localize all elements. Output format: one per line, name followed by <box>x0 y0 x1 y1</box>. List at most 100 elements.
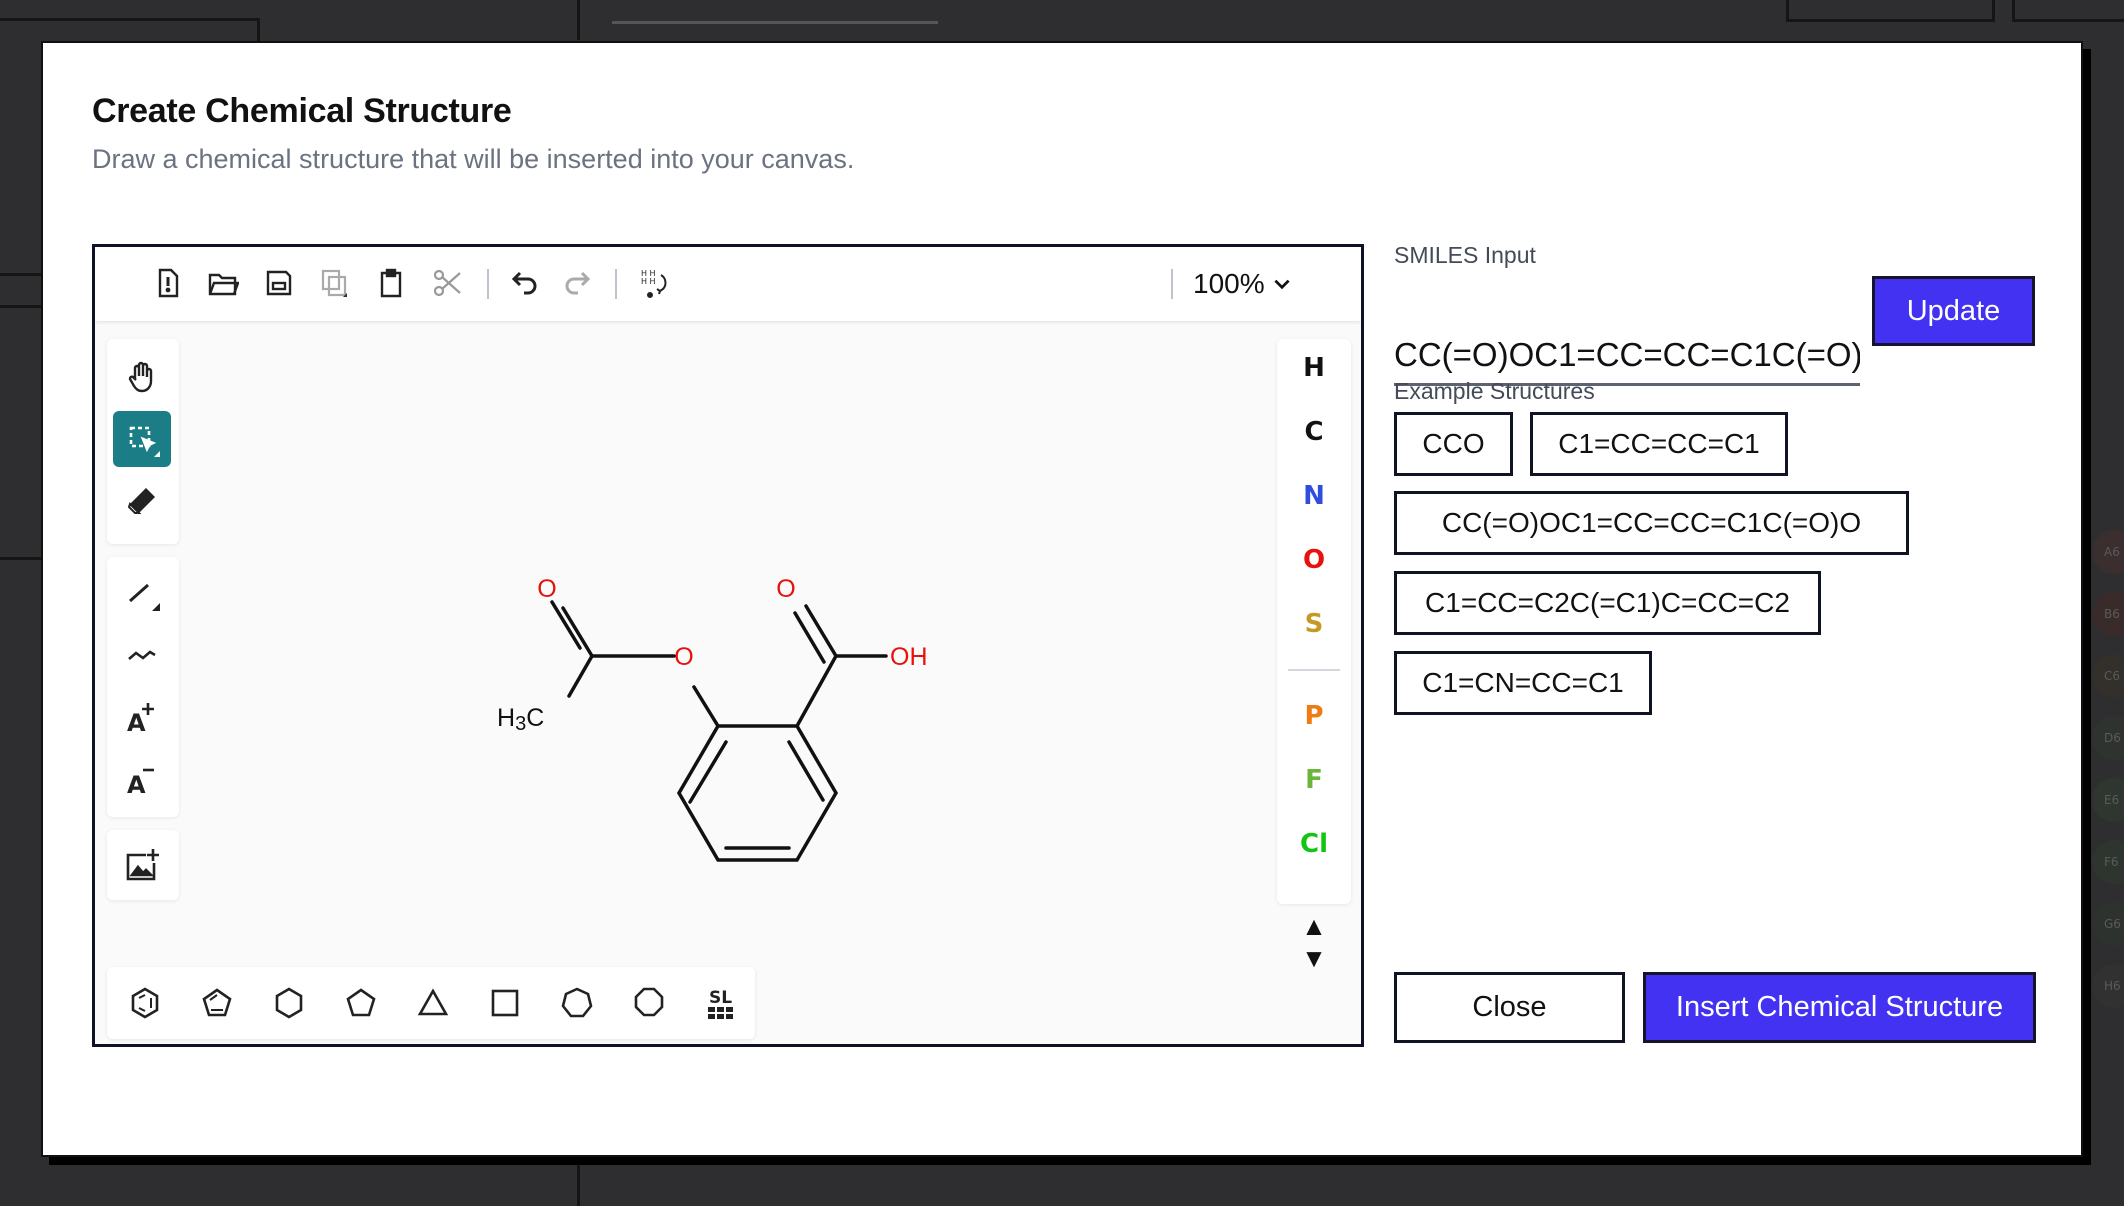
bond <box>692 685 720 728</box>
cyclopentadiene-icon[interactable] <box>193 979 241 1027</box>
atom-label-oxygen: O <box>537 575 556 603</box>
scroll-down-icon[interactable]: ▼ <box>1301 943 1327 973</box>
background-well: D6 <box>2092 716 2124 760</box>
toolbar-separator <box>615 269 617 299</box>
redo-icon[interactable] <box>561 265 597 301</box>
atom-palette-scroll: ▲ ▼ <box>1277 907 1351 977</box>
structure-library-label: SL <box>709 988 732 1008</box>
svg-text:H H: H H <box>641 277 656 286</box>
smiles-input-label: SMILES Input <box>1394 242 1536 268</box>
selection-icon[interactable] <box>113 411 171 467</box>
example-naphthalene-button[interactable]: C1=CC=C2C(=C1)C=CC=C2 <box>1394 571 1821 635</box>
background-divider <box>577 1160 580 1206</box>
hand-icon[interactable] <box>113 349 171 405</box>
close-button[interactable]: Close <box>1394 972 1625 1043</box>
methyl-hydrogen: H <box>497 704 515 732</box>
cyclooctane-icon[interactable] <box>625 979 673 1027</box>
background-button <box>1786 0 1995 22</box>
bond <box>561 606 594 658</box>
background-well: A6 <box>2092 530 2124 574</box>
atom-button-c[interactable]: C <box>1277 407 1351 457</box>
structure-editor: H HH H 100% O O O OH H3C A A H C N O S P… <box>92 244 1364 1047</box>
editor-top-toolbar: H HH H 100% <box>95 247 1361 321</box>
insert-chemical-structure-button[interactable]: Insert Chemical Structure <box>1643 972 2036 1043</box>
benzene-icon[interactable] <box>121 979 169 1027</box>
background-well: H6 <box>2092 964 2124 1008</box>
atom-button-cl[interactable]: Cl <box>1277 819 1351 869</box>
zoom-dropdown[interactable]: 100% <box>1193 265 1293 303</box>
bond <box>795 654 838 728</box>
editor-left-toolbar-navigation <box>107 339 179 544</box>
add-image-icon[interactable] <box>113 837 171 893</box>
copy-icon[interactable] <box>317 265 353 301</box>
zoom-level: 100% <box>1193 268 1265 299</box>
background-underline <box>612 21 938 24</box>
background-well: C6 <box>2092 654 2124 698</box>
explicit-hydrogens-icon[interactable]: H HH H <box>637 265 673 301</box>
example-structures-label: Example Structures <box>1394 378 1595 404</box>
methyl-subscript: 3 <box>515 713 526 735</box>
update-button[interactable]: Update <box>1872 276 2035 346</box>
background-divider <box>577 0 580 40</box>
atom-button-n[interactable]: N <box>1277 471 1351 521</box>
create-chemical-structure-dialog: Create Chemical Structure Draw a chemica… <box>41 41 2083 1157</box>
cycloheptane-icon[interactable] <box>553 979 601 1027</box>
cyclopentane-icon[interactable] <box>337 979 385 1027</box>
bond-icon[interactable] <box>113 565 171 621</box>
atom-button-f[interactable]: F <box>1277 755 1351 805</box>
dialog-subtitle: Draw a chemical structure that will be i… <box>92 144 855 174</box>
charge-minus-icon[interactable]: A <box>113 751 171 807</box>
svg-text:A: A <box>127 709 146 735</box>
dialog-title: Create Chemical Structure <box>92 92 512 130</box>
svg-text:A: A <box>127 771 146 797</box>
example-pyridine-button[interactable]: C1=CN=CC=C1 <box>1394 651 1652 715</box>
save-icon[interactable] <box>261 265 297 301</box>
double-bond <box>550 600 582 650</box>
toolbar-separator <box>487 269 489 299</box>
open-folder-icon[interactable] <box>205 265 241 301</box>
atom-button-s[interactable]: S <box>1277 599 1351 649</box>
editor-left-toolbar-image <box>107 830 179 900</box>
bond <box>804 604 838 658</box>
ring-templates-toolbar: SL <box>107 967 755 1039</box>
paste-icon[interactable] <box>373 265 409 301</box>
drawing-canvas[interactable]: O O O OH H3C <box>95 321 1361 1047</box>
chain-icon[interactable] <box>113 627 171 683</box>
undo-icon[interactable] <box>505 265 541 301</box>
scroll-up-icon[interactable]: ▲ <box>1301 911 1327 941</box>
atom-button-h[interactable]: H <box>1277 343 1351 393</box>
atom-label-oxygen: O <box>776 575 795 603</box>
aspirin-molecule: O O O OH H3C <box>497 575 928 862</box>
background-well: B6 <box>2092 592 2124 636</box>
cyclobutane-icon[interactable] <box>481 979 529 1027</box>
background-well: F6 <box>2092 840 2124 884</box>
chevron-down-icon <box>1274 279 1290 290</box>
editor-left-toolbar-draw: A A <box>107 557 179 817</box>
bond <box>567 654 594 698</box>
atom-button-p[interactable]: P <box>1277 691 1351 741</box>
smiles-input[interactable] <box>1394 326 1860 386</box>
aromatic-bond <box>787 740 825 802</box>
molecule-bonds <box>550 600 888 862</box>
double-bond <box>793 611 826 664</box>
background-well: E6 <box>2092 778 2124 822</box>
cut-icon[interactable] <box>429 265 465 301</box>
new-file-icon[interactable] <box>150 265 186 301</box>
example-ethanol-button[interactable]: CCO <box>1394 412 1513 476</box>
methyl-carbon: C <box>526 704 544 732</box>
atom-palette-separator <box>1288 669 1340 671</box>
eraser-icon[interactable] <box>113 473 171 529</box>
atom-button-o[interactable]: O <box>1277 535 1351 585</box>
charge-plus-icon[interactable]: A <box>113 689 171 745</box>
aromatic-bond <box>688 740 728 804</box>
background-button <box>2012 0 2124 22</box>
background-well: G6 <box>2092 902 2124 946</box>
toolbar-separator <box>1171 269 1173 299</box>
atom-label-oxygen: O <box>674 643 693 671</box>
structure-library-icon[interactable]: SL <box>697 979 745 1027</box>
example-aspirin-button[interactable]: CC(=O)OC1=CC=CC=C1C(=O)O <box>1394 491 1909 555</box>
example-benzene-button[interactable]: C1=CC=CC=C1 <box>1530 412 1788 476</box>
cyclohexane-icon[interactable] <box>265 979 313 1027</box>
atom-palette: H C N O S P F Cl <box>1277 339 1351 904</box>
cyclopropane-icon[interactable] <box>409 979 457 1027</box>
